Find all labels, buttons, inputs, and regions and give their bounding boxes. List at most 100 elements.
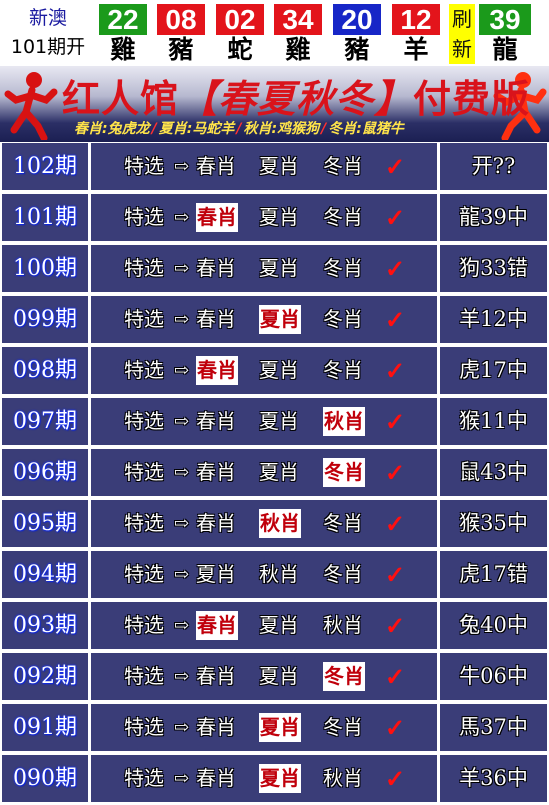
refresh-button[interactable]: 刷 新 (449, 4, 475, 64)
check-icon: ✓ (385, 764, 406, 793)
banner-title-b: 【春夏秋冬】 (179, 76, 414, 121)
period-label: 100期 (13, 256, 77, 281)
check-icon: ✓ (385, 203, 406, 232)
ball-1: 22 雞 (99, 4, 147, 64)
season-pick-1: 春肖 (196, 154, 236, 178)
pick-label: 特选 (124, 715, 164, 739)
banner-title-a: 红人馆 (62, 76, 180, 121)
season-pick-3: 冬肖 (323, 662, 365, 691)
period-cell: 096期 (2, 449, 88, 496)
separator: / (321, 121, 327, 137)
table-row: 099期 特选 ⇨ 春肖 夏肖 冬肖 ✓ 羊12中 (0, 295, 549, 346)
table-row: 100期 特选 ⇨ 春肖 夏肖 冬肖 ✓ 狗33错 (0, 244, 549, 295)
period-cell: 091期 (2, 704, 88, 751)
check-icon: ✓ (385, 356, 406, 385)
ball-zodiac: 羊 (403, 35, 429, 64)
check-icon: ✓ (385, 305, 406, 334)
season-legend: 春肖:兔虎龙 / 夏肖:马蛇羊 / 秋肖:鸡猴狗 / 冬肖:鼠猪牛 (74, 118, 544, 138)
result-label: 兔40中 (459, 613, 528, 637)
result-cell: 猴11中 (440, 398, 547, 445)
pick-label: 特选 (124, 664, 164, 688)
ball-6: 12 羊 (392, 4, 440, 64)
issue-info: 新澳 101期开 (0, 4, 96, 62)
running-man-icon (4, 72, 58, 140)
season-pick-1: 春肖 (196, 307, 236, 331)
season-summer: 夏肖:马蛇羊 (158, 121, 235, 137)
result-cell: 虎17错 (440, 551, 547, 598)
ball-3: 02 蛇 (216, 4, 264, 64)
pick-label: 特选 (124, 409, 164, 433)
table-row: 096期 特选 ⇨ 春肖 夏肖 冬肖 ✓ 鼠43中 (0, 448, 549, 499)
draw-result-header: 新澳 101期开 22 雞 08 豬 02 蛇 34 雞 20 豬 12 羊 刷… (0, 0, 549, 66)
result-cell: 开?? (440, 143, 547, 190)
result-label: 羊12中 (459, 307, 528, 331)
season-pick-1: 春肖 (196, 715, 236, 739)
check-icon: ✓ (385, 152, 406, 181)
period-cell: 092期 (2, 653, 88, 700)
period-cell: 098期 (2, 347, 88, 394)
result-cell: 牛06中 (440, 653, 547, 700)
ball-number: 20 (333, 4, 381, 35)
season-pick-3: 冬肖 (323, 511, 363, 535)
season-pick-1: 春肖 (196, 460, 236, 484)
result-label: 龍39中 (459, 205, 528, 229)
season-pick-3: 秋肖 (323, 766, 363, 790)
result-cell: 猴35中 (440, 500, 547, 547)
pick-label: 特选 (124, 562, 164, 586)
result-cell: 羊12中 (440, 296, 547, 343)
season-pick-2: 夏肖 (259, 154, 299, 178)
season-pick-3: 冬肖 (323, 307, 363, 331)
pick-label: 特选 (124, 766, 164, 790)
pick-cell: 特选 ⇨ 春肖 夏肖 冬肖 ✓ (91, 449, 437, 496)
period-cell: 099期 (2, 296, 88, 343)
banner: 红人馆【春夏秋冬】付费版 春肖:兔虎龙 / 夏肖:马蛇羊 / 秋肖:鸡猴狗 / 冬肖:鼠猪牛 (0, 66, 549, 142)
check-icon: ✓ (385, 407, 406, 436)
ball-2: 08 豬 (157, 4, 205, 64)
pick-cell: 特选 ⇨ 春肖 秋肖 冬肖 ✓ (91, 500, 437, 547)
period-cell: 094期 (2, 551, 88, 598)
season-pick-3: 秋肖 (323, 613, 363, 637)
season-pick-2: 夏肖 (259, 256, 299, 280)
pick-cell: 特选 ⇨ 春肖 夏肖 冬肖 ✓ (91, 194, 437, 241)
season-pick-3: 冬肖 (323, 154, 363, 178)
ball-number: 02 (216, 4, 264, 35)
pick-cell: 特选 ⇨ 春肖 夏肖 冬肖 ✓ (91, 296, 437, 343)
season-pick-2: 夏肖 (259, 664, 299, 688)
table-row: 095期 特选 ⇨ 春肖 秋肖 冬肖 ✓ 猴35中 (0, 499, 549, 550)
arrow-icon: ⇨ (174, 666, 190, 687)
season-pick-3: 冬肖 (323, 358, 363, 382)
table-row: 098期 特选 ⇨ 春肖 夏肖 冬肖 ✓ 虎17中 (0, 346, 549, 397)
pick-cell: 特选 ⇨ 春肖 夏肖 秋肖 ✓ (91, 398, 437, 445)
season-pick-1: 春肖 (196, 664, 236, 688)
period-cell: 097期 (2, 398, 88, 445)
pick-cell: 特选 ⇨ 春肖 夏肖 秋肖 ✓ (91, 602, 437, 649)
table-row: 094期 特选 ⇨ 夏肖 秋肖 冬肖 ✓ 虎17错 (0, 550, 549, 601)
table-row: 091期 特选 ⇨ 春肖 夏肖 冬肖 ✓ 馬37中 (0, 703, 549, 754)
season-pick-1: 春肖 (196, 203, 238, 232)
season-pick-1: 春肖 (196, 766, 236, 790)
banner-title: 红人馆【春夏秋冬】付费版 (62, 68, 529, 123)
pick-label: 特选 (124, 154, 164, 178)
season-pick-3: 秋肖 (323, 407, 365, 436)
check-icon: ✓ (385, 458, 406, 487)
arrow-icon: ⇨ (174, 615, 190, 636)
result-cell: 狗33错 (440, 245, 547, 292)
result-cell: 鼠43中 (440, 449, 547, 496)
ball-4: 34 雞 (274, 4, 322, 64)
pick-cell: 特选 ⇨ 春肖 夏肖 冬肖 ✓ (91, 653, 437, 700)
result-label: 猴11中 (459, 409, 528, 433)
result-label: 牛06中 (459, 664, 528, 688)
season-pick-2: 夏肖 (259, 358, 299, 382)
season-pick-1: 春肖 (196, 409, 236, 433)
season-winter: 冬肖:鼠猪牛 (328, 121, 404, 137)
ball-number: 12 (392, 4, 440, 35)
season-pick-1: 夏肖 (196, 562, 236, 586)
season-pick-2: 夏肖 (259, 713, 301, 742)
season-pick-3: 冬肖 (323, 205, 363, 229)
table-row: 101期 特选 ⇨ 春肖 夏肖 冬肖 ✓ 龍39中 (0, 193, 549, 244)
period-label: 098期 (13, 358, 77, 383)
season-pick-2: 夏肖 (259, 613, 299, 637)
season-pick-1: 春肖 (196, 356, 238, 385)
table-row: 090期 特选 ⇨ 春肖 夏肖 秋肖 ✓ 羊36中 (0, 754, 549, 805)
ball-zodiac: 蛇 (227, 35, 253, 64)
